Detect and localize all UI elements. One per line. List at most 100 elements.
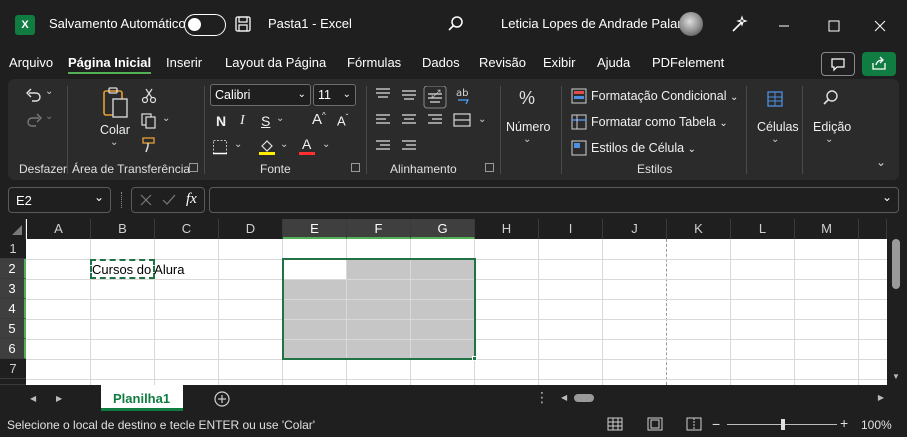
page-break-preview-icon[interactable]: [686, 417, 702, 431]
font-size-select[interactable]: 11 ⌄: [313, 84, 356, 106]
normal-view-icon[interactable]: [607, 417, 623, 431]
tab-revisao[interactable]: Revisão: [479, 55, 526, 70]
column-header-a[interactable]: A: [27, 219, 91, 239]
vertical-scrollbar[interactable]: ▲ ▼: [887, 239, 907, 385]
zoom-out-icon[interactable]: −: [712, 416, 720, 432]
underline-button[interactable]: S: [261, 113, 270, 129]
zoom-in-icon[interactable]: +: [840, 415, 848, 431]
font-name-select[interactable]: Calibri ⌄: [210, 84, 311, 106]
prev-sheet-icon[interactable]: ◀: [30, 394, 36, 403]
column-header-g[interactable]: G: [411, 219, 475, 239]
cells-dropdown-icon[interactable]: ⌄: [771, 134, 779, 145]
editing-button[interactable]: Edição: [813, 120, 851, 134]
insert-function-button[interactable]: fx: [186, 191, 197, 208]
paste-icon[interactable]: [101, 86, 131, 120]
designer-wand-icon[interactable]: [730, 14, 750, 34]
sheet-tab-planilha1[interactable]: Planilha1: [101, 385, 183, 411]
clipboard-launcher-icon[interactable]: [189, 163, 198, 172]
column-header-b[interactable]: B: [91, 219, 155, 239]
italic-button[interactable]: I: [240, 113, 245, 129]
tab-pdfelement[interactable]: PDFelement: [652, 55, 724, 70]
add-sheet-icon[interactable]: [214, 391, 230, 407]
avatar[interactable]: [679, 12, 703, 36]
cell-styles-button[interactable]: Estilos de Célula ⌄: [591, 141, 696, 155]
row-header-3[interactable]: 3: [0, 279, 26, 299]
tabs-splitter-icon[interactable]: ⋮: [535, 389, 549, 407]
cancel-icon[interactable]: [140, 194, 152, 206]
font-launcher-icon[interactable]: [351, 163, 360, 172]
merge-dropdown-icon[interactable]: ⌄: [478, 114, 486, 125]
column-header-k[interactable]: K: [667, 219, 731, 239]
autosave-toggle[interactable]: [184, 14, 226, 36]
cut-icon[interactable]: [141, 88, 157, 104]
fill-color-icon[interactable]: [258, 137, 276, 155]
horizontal-scroll-thumb[interactable]: [574, 394, 594, 402]
zoom-level[interactable]: 100%: [861, 418, 892, 432]
bold-button[interactable]: N: [216, 113, 226, 129]
shrink-font-button[interactable]: Aˇ: [337, 113, 348, 128]
column-header-c[interactable]: C: [155, 219, 219, 239]
share-button[interactable]: [862, 52, 896, 76]
row-header-6[interactable]: 6: [0, 339, 26, 359]
column-header-e[interactable]: E: [283, 219, 347, 239]
borders-icon[interactable]: [212, 139, 228, 155]
comments-button[interactable]: [821, 52, 855, 76]
cell-b2[interactable]: Cursos do Alura: [92, 262, 185, 277]
number-format-button[interactable]: Número: [506, 120, 550, 134]
format-as-table-button[interactable]: Formatar como Tabela ⌄: [591, 115, 728, 129]
paste-button[interactable]: Colar: [100, 123, 130, 137]
cells-button[interactable]: Células: [757, 120, 799, 134]
copy-icon[interactable]: [141, 113, 157, 129]
number-dropdown-icon[interactable]: ⌄: [523, 134, 531, 145]
column-header-d[interactable]: D: [219, 219, 283, 239]
close-button[interactable]: [857, 10, 903, 40]
tab-arquivo[interactable]: Arquivo: [9, 55, 53, 70]
vertical-scroll-thumb[interactable]: [892, 239, 900, 289]
user-name[interactable]: Leticia Lopes de Andrade Palaro: [501, 16, 689, 31]
tab-pagina-inicial[interactable]: Página Inicial: [68, 55, 152, 74]
borders-dropdown-icon[interactable]: ⌄: [234, 139, 242, 150]
tab-layout[interactable]: Layout da Página: [225, 55, 326, 70]
search-icon[interactable]: [447, 15, 465, 33]
column-header-h[interactable]: H: [475, 219, 539, 239]
enter-icon[interactable]: [162, 194, 176, 206]
tab-inserir[interactable]: Inserir: [166, 55, 202, 70]
underline-dropdown-icon[interactable]: ⌄: [276, 113, 284, 124]
save-icon[interactable]: [234, 15, 252, 33]
percent-icon[interactable]: %: [519, 88, 535, 109]
tab-ajuda[interactable]: Ajuda: [597, 55, 630, 70]
alignment-launcher-icon[interactable]: [485, 163, 494, 172]
paste-dropdown-icon[interactable]: ⌄: [110, 137, 118, 148]
row-header-7[interactable]: 7: [0, 359, 26, 379]
select-all-button[interactable]: [0, 219, 26, 239]
next-sheet-icon[interactable]: ▶: [56, 394, 62, 403]
name-box[interactable]: E2 ⌄: [8, 187, 111, 213]
column-header-j[interactable]: J: [603, 219, 667, 239]
grow-font-button[interactable]: A^: [312, 111, 326, 128]
column-header-f[interactable]: F: [347, 219, 411, 239]
undo-icon[interactable]: [22, 86, 46, 108]
row-header-4[interactable]: 4: [0, 299, 26, 319]
zoom-slider-thumb[interactable]: [781, 419, 785, 430]
format-painter-icon[interactable]: [141, 137, 157, 153]
row-header-2[interactable]: 2: [0, 259, 26, 279]
page-layout-icon[interactable]: [647, 417, 663, 431]
orientation-icon[interactable]: ⤢: [431, 87, 441, 102]
formula-input[interactable]: ⌄: [209, 187, 899, 213]
tab-exibir[interactable]: Exibir: [543, 55, 576, 70]
editing-dropdown-icon[interactable]: ⌄: [825, 134, 833, 145]
fill-handle[interactable]: [472, 356, 477, 361]
font-color-button[interactable]: A: [299, 136, 315, 156]
row-header-5[interactable]: 5: [0, 319, 26, 339]
expand-formula-icon[interactable]: ⌄: [882, 190, 892, 204]
copy-dropdown-icon[interactable]: ⌄: [162, 113, 170, 124]
font-color-dropdown-icon[interactable]: ⌄: [322, 139, 330, 150]
column-header-m[interactable]: M: [795, 219, 859, 239]
scroll-left-icon[interactable]: ◀: [561, 393, 567, 402]
maximize-button[interactable]: [811, 10, 857, 40]
horizontal-scrollbar[interactable]: ◀ ▶: [558, 388, 887, 408]
column-header-l[interactable]: L: [731, 219, 795, 239]
tab-formulas[interactable]: Fórmulas: [347, 55, 401, 70]
row-header-1[interactable]: 1: [0, 239, 26, 259]
scroll-right-icon[interactable]: ▶: [878, 393, 884, 402]
